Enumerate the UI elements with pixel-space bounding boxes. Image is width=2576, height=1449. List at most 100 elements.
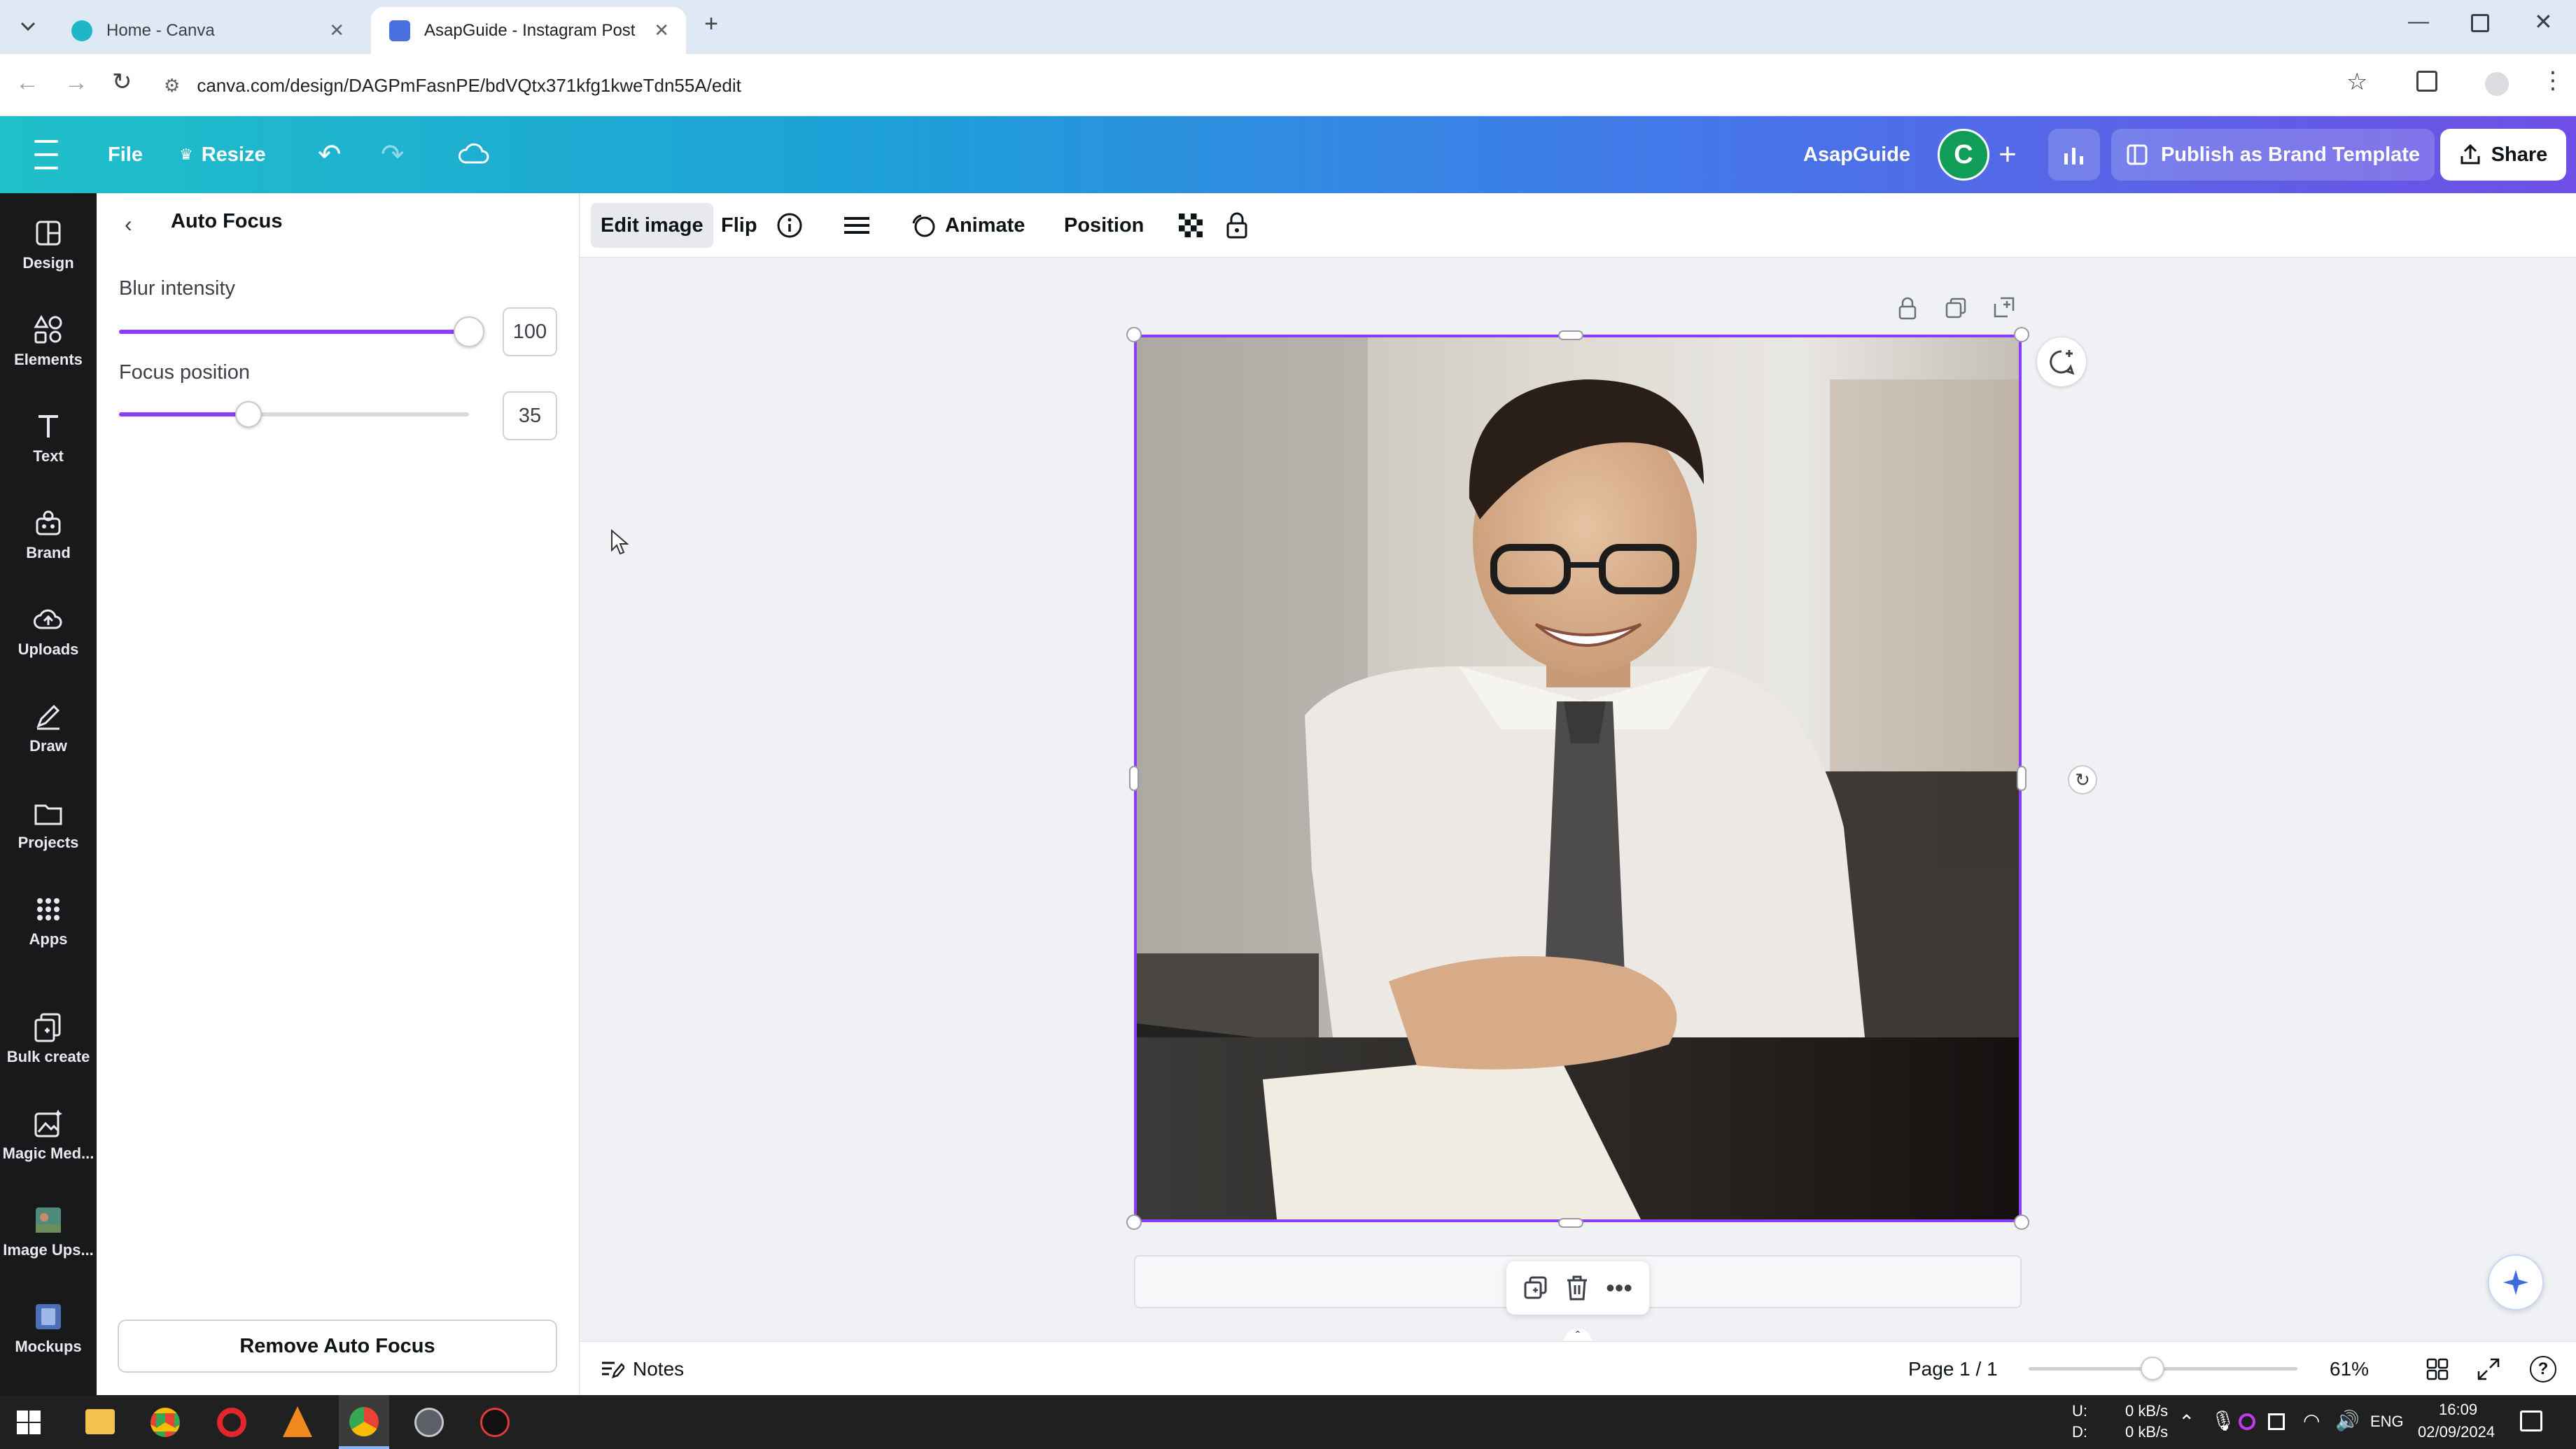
window-close-icon[interactable]: ✕: [2534, 8, 2553, 35]
undo-icon[interactable]: ↶: [318, 116, 342, 193]
redo-icon[interactable]: ↷: [381, 116, 405, 193]
volume-icon[interactable]: 🔊: [2335, 1409, 2360, 1432]
animate-button[interactable]: Animate: [910, 203, 1025, 248]
clock-time[interactable]: 16:09: [2439, 1401, 2477, 1419]
chrome-icon[interactable]: [150, 1408, 180, 1437]
sidebar-item-mockups[interactable]: Mockups: [0, 1287, 97, 1371]
tray-app-icon[interactable]: [2239, 1413, 2255, 1430]
lock-icon[interactable]: [1225, 203, 1249, 248]
opera-icon[interactable]: [217, 1408, 246, 1437]
grid-view-icon[interactable]: [2426, 1357, 2449, 1381]
rotate-icon[interactable]: ↻: [2068, 765, 2097, 794]
zoom-level[interactable]: 61%: [2330, 1342, 2369, 1396]
sidebar-item-uploads[interactable]: Uploads: [0, 589, 97, 673]
sidebar-item-elements[interactable]: Elements: [0, 300, 97, 384]
insights-icon[interactable]: [2048, 129, 2100, 181]
notifications-icon[interactable]: [2520, 1410, 2542, 1432]
border-style-icon[interactable]: [843, 203, 871, 248]
duplicate-page-icon[interactable]: [1945, 297, 1967, 319]
forward-icon[interactable]: →: [64, 69, 88, 97]
resize-handle-bottom[interactable]: [1558, 1218, 1583, 1228]
resize-button[interactable]: ♛ Resize: [179, 116, 266, 193]
sidebar-item-brand[interactable]: Brand: [0, 493, 97, 577]
blur-intensity-slider[interactable]: [119, 316, 484, 347]
sidebar-item-text[interactable]: Text: [0, 396, 97, 480]
add-collaborator-icon[interactable]: +: [1989, 132, 2026, 178]
flip-button[interactable]: Flip: [721, 203, 757, 248]
help-icon[interactable]: ?: [2530, 1356, 2556, 1382]
magic-assistant-icon[interactable]: [2488, 1254, 2544, 1310]
resize-handle-left[interactable]: [1129, 766, 1139, 791]
active-chrome-taskbar-item[interactable]: [339, 1395, 389, 1449]
maps-app-icon[interactable]: [414, 1408, 444, 1437]
sidebar-item-magic-med[interactable]: Magic Med...: [0, 1093, 97, 1177]
new-tab-icon[interactable]: +: [697, 10, 725, 38]
file-explorer-icon[interactable]: [85, 1409, 115, 1434]
page-lock-icon[interactable]: [1897, 297, 1918, 321]
tab-search-icon[interactable]: [15, 14, 41, 39]
extensions-icon[interactable]: [2416, 71, 2437, 92]
resize-handle-top-left[interactable]: [1126, 327, 1142, 342]
publish-brand-template-button[interactable]: Publish as Brand Template: [2111, 129, 2435, 181]
design-photo[interactable]: [1134, 335, 2022, 1222]
trash-icon[interactable]: [1565, 1275, 1589, 1301]
microphone-icon[interactable]: 🎙: [2211, 1409, 2236, 1432]
position-button[interactable]: Position: [1064, 203, 1144, 248]
edit-image-button[interactable]: Edit image: [591, 203, 713, 248]
fullscreen-icon[interactable]: [2477, 1357, 2500, 1381]
windows-start-icon[interactable]: [17, 1410, 41, 1434]
browser-menu-icon[interactable]: ⋮: [2541, 66, 2565, 94]
resize-handle-top[interactable]: [1558, 330, 1583, 340]
copy-page-icon[interactable]: [1523, 1275, 1548, 1301]
user-avatar[interactable]: C: [1938, 129, 1989, 181]
tray-chevron-icon[interactable]: ⌃: [2178, 1410, 2194, 1434]
reload-icon[interactable]: ↻: [112, 68, 132, 96]
resize-handle-bottom-right[interactable]: [2014, 1214, 2029, 1230]
restore-icon[interactable]: [2471, 14, 2489, 32]
resize-handle-bottom-left[interactable]: [1126, 1214, 1142, 1230]
file-menu-button[interactable]: File: [108, 116, 143, 193]
cloud-save-icon[interactable]: [456, 140, 490, 168]
sidebar-item-apps[interactable]: Apps: [0, 879, 97, 963]
close-icon[interactable]: ✕: [329, 20, 344, 41]
back-chevron-icon[interactable]: ‹: [125, 211, 132, 237]
bookmark-star-icon[interactable]: ☆: [2346, 68, 2367, 96]
minimize-icon[interactable]: —: [2408, 10, 2429, 34]
notes-button[interactable]: Notes: [601, 1342, 684, 1396]
back-icon[interactable]: ←: [15, 69, 39, 97]
menu-icon[interactable]: [31, 140, 62, 169]
focus-position-slider[interactable]: [119, 401, 469, 428]
focus-position-value[interactable]: 35: [503, 391, 557, 440]
sidebar-item-image-ups[interactable]: Image Ups...: [0, 1190, 97, 1274]
share-button[interactable]: Share: [2440, 129, 2566, 181]
page-indicator[interactable]: Page 1 / 1: [1908, 1342, 1998, 1396]
sidebar-item-draw[interactable]: Draw: [0, 686, 97, 770]
transparency-icon[interactable]: [1177, 203, 1204, 248]
vlc-icon[interactable]: [283, 1406, 312, 1437]
sidebar-item-design[interactable]: Design: [0, 203, 97, 287]
close-icon[interactable]: ✕: [654, 20, 669, 41]
slider-thumb[interactable]: [454, 316, 484, 347]
info-icon[interactable]: [776, 203, 804, 248]
more-options-icon[interactable]: •••: [1606, 1275, 1632, 1301]
site-info-icon[interactable]: ⚙: [164, 75, 180, 97]
tab-asapguide[interactable]: AsapGuide - Instagram Post ✕: [371, 7, 686, 54]
language-indicator[interactable]: ENG: [2370, 1413, 2404, 1431]
clock-date[interactable]: 02/09/2024: [2418, 1423, 2495, 1441]
url-field[interactable]: ⚙ canva.com/design/DAGPmFasnPE/bdVQtx371…: [164, 64, 2404, 107]
profile-avatar[interactable]: [2485, 72, 2509, 96]
screen-recorder-icon[interactable]: [480, 1408, 510, 1437]
tray-device-icon[interactable]: [2268, 1413, 2285, 1430]
add-page-icon[interactable]: [1992, 295, 2016, 319]
resize-handle-top-right[interactable]: [2014, 327, 2029, 342]
blur-intensity-value[interactable]: 100: [503, 307, 557, 356]
comment-icon[interactable]: [2037, 337, 2086, 386]
tab-home-canva[interactable]: Home - Canva ✕: [53, 7, 361, 54]
zoom-slider[interactable]: [2029, 1357, 2297, 1380]
slider-thumb[interactable]: [235, 401, 262, 428]
remove-auto-focus-button[interactable]: Remove Auto Focus: [118, 1320, 557, 1373]
sidebar-item-projects[interactable]: Projects: [0, 783, 97, 867]
sidebar-item-bulk-create[interactable]: Bulk create: [0, 997, 97, 1081]
zoom-slider-thumb[interactable]: [2140, 1357, 2164, 1380]
resize-handle-right[interactable]: [2017, 766, 2026, 791]
